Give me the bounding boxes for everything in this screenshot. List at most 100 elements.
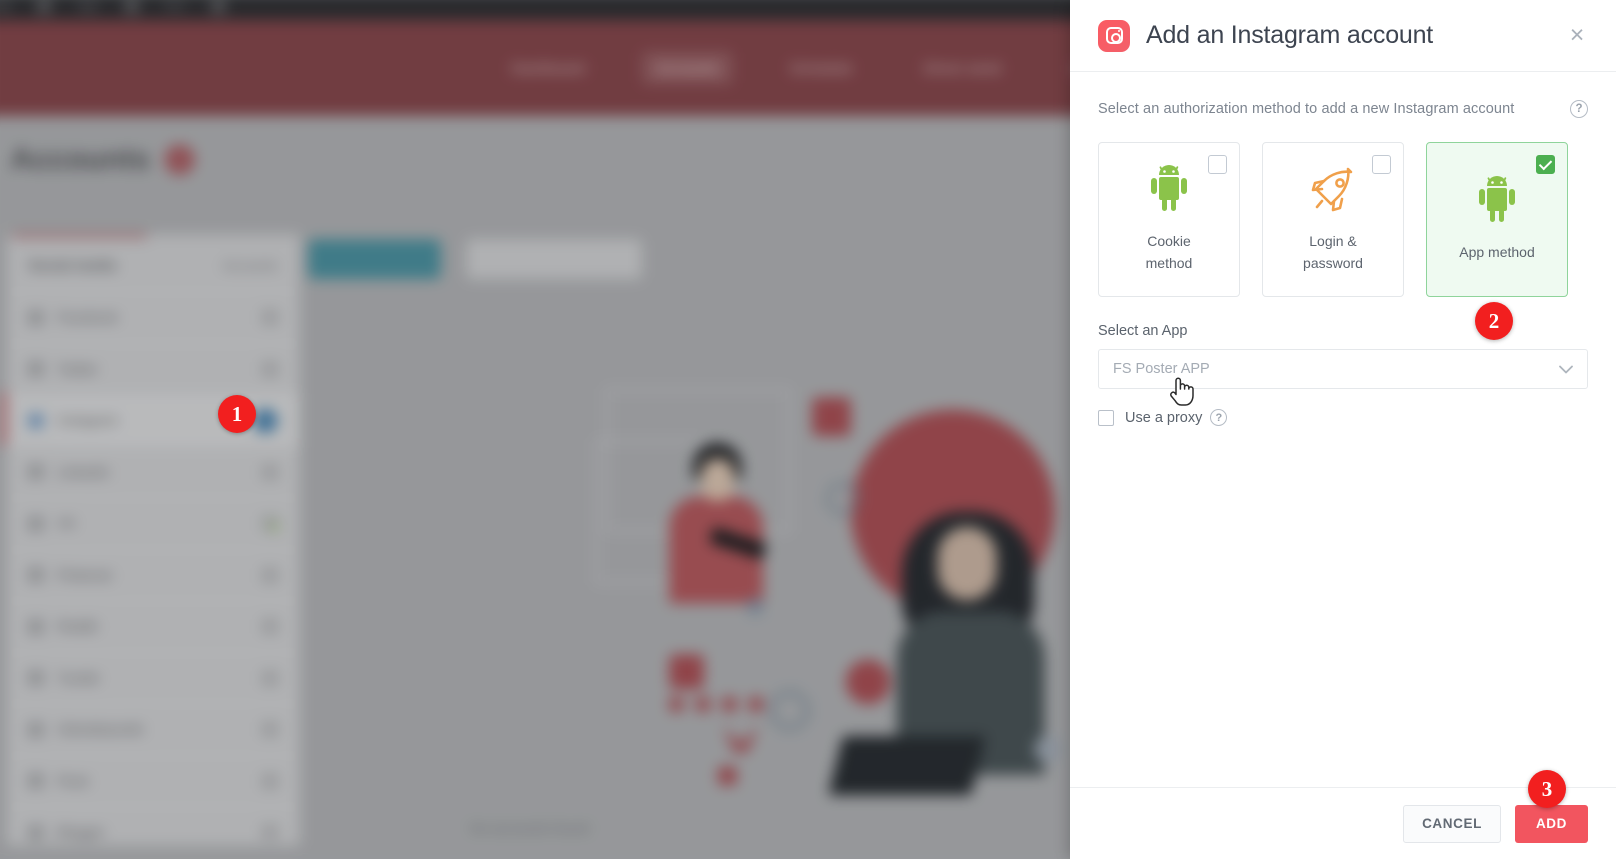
use-proxy-help-icon[interactable]: ? [1210,409,1228,426]
illustration-gear-icon-1 [825,481,861,516]
nav-item-direct-send: Direct send [923,59,1001,77]
select-app-value: FS Poster APP [1113,361,1210,377]
sidebar-item-vk: VK [6,497,301,549]
account-filter-select [466,239,642,280]
select-app-label: Select an App [1098,323,1188,339]
illustration-square-2 [669,654,704,690]
sidebar-item-tumblr: Tumblr [6,651,301,704]
android-icon [1473,170,1521,232]
sidebar-item-pinterest: Pinterest [6,548,301,601]
method-card-app[interactable]: App method [1426,142,1568,297]
method-card-login-password[interactable]: Login & password [1262,142,1404,297]
pinterest-icon [28,567,44,583]
instagram-icon [1098,19,1130,52]
modal-subtitle: Select an authorization method to add a … [1098,101,1515,117]
odnoklassniki-icon [28,722,44,737]
selected-row-accent [0,392,8,442]
sidebar-item-count [262,567,278,583]
reddit-icon [28,619,44,634]
browser-icon-3 [211,0,226,13]
android-icon [1145,159,1193,221]
sidebar-item-facebook: Facebook [6,291,301,343]
modal-title: Add an Instagram account [1146,21,1434,49]
facebook-icon [28,310,44,325]
illustration-laptop [828,736,986,796]
browser-tab-0: Blog [0,0,11,12]
nav-item-dashboard: Dashboard [511,59,585,77]
sidebar-item-label: Odnoklassniki [57,721,144,738]
modal-header: Add an Instagram account × [1070,0,1616,72]
sidebar-item-linkedin: LinkedIn [6,445,301,498]
sidebar-item-plurk: Plurk [6,754,301,807]
sidebar-header-right: Accounts [223,257,278,273]
method-label-login-password: Login & password [1303,232,1363,271]
add-instagram-account-modal: Add an Instagram account × Select an aut… [1070,0,1616,859]
illustration-circle-small [845,659,891,705]
sidebar-item-count [262,670,278,686]
sidebar-item-instagram: Instagram [6,394,301,446]
subtitle-row: Select an authorization method to add a … [1098,100,1588,118]
browser-icon-1 [36,0,52,13]
help-icon[interactable]: ? [1570,100,1588,118]
modal-body: Select an authorization method to add a … [1070,72,1616,787]
sidebar-accent-bar [12,233,148,239]
illustration-small-square [718,766,737,785]
instagram-icon [28,413,44,428]
twitter-icon [28,361,44,377]
step-badge-3: 3 [1528,770,1566,808]
browser-icon-2 [124,0,139,13]
vk-icon [28,516,44,531]
method-checkbox-app[interactable] [1536,155,1555,174]
illustration-person-right-face [937,526,997,601]
sidebar-item-label: Instagram [57,412,119,429]
sidebar-item-odnoklassniki: Odnoklassniki [6,703,301,755]
sidebar-header: Social media Accounts [6,244,300,285]
sidebar-item-twitter: Twitter [6,342,301,395]
sidebar-item-count [262,773,278,789]
sidebar-item-label: LinkedIn [57,464,110,480]
illustration-bird-icon [723,725,759,753]
sidebar-item-label: Reddit [57,618,98,635]
nav-item-accounts: Accounts [641,51,733,85]
screen-root: Blog App Doc Dashboard Accounts Schedule… [0,0,1616,859]
method-label-app: App method [1459,243,1535,260]
sidebar-item-reddit: Reddit [6,600,301,652]
sidebar-item-count [262,309,278,326]
page-title: Accounts [10,142,195,177]
illustration-gear-icon-2 [769,690,811,731]
chevron-down-icon [1559,362,1573,377]
linkedin-icon [28,464,44,480]
illustration-dot-blue-2 [1034,736,1061,763]
auth-method-cards: Cookie method Login & password App metho… [1098,142,1588,297]
add-account-button [308,239,441,280]
add-button[interactable]: ADD [1514,804,1588,843]
method-label-cookie: Cookie method [1145,232,1193,271]
cancel-button[interactable]: CANCEL [1403,804,1501,843]
browser-tab-1: App [77,0,98,12]
sidebar-item-count [262,464,278,480]
method-checkbox-login-password[interactable] [1372,155,1391,174]
method-checkbox-cookie[interactable] [1208,155,1227,174]
browser-tab-2: Doc [165,0,185,12]
page-title-text: Accounts [10,142,150,177]
step-badge-1: 1 [218,395,256,433]
sidebar-item-label: Tumblr [57,670,100,686]
sidebar-item-label: Facebook [57,309,118,326]
sidebar-header-left: Social media [28,256,117,273]
sidebar-item-count [262,721,278,738]
use-proxy-checkbox[interactable] [1098,409,1114,426]
tumblr-icon [28,670,44,686]
illustration-dot-blue [746,598,764,615]
sidebar-item-count [262,618,278,635]
plurk-icon [28,774,44,789]
sidebar-item-count [262,361,278,377]
close-icon[interactable]: × [1560,19,1594,53]
mouse-cursor-pointer-icon [1168,375,1194,412]
method-card-cookie[interactable]: Cookie method [1098,142,1240,297]
empty-state-illustration [595,359,1075,818]
status-dot [269,521,280,533]
illustration-square-1 [812,397,851,437]
page-title-badge [164,144,195,176]
nav-item-schedule: Schedule [789,59,853,77]
rocket-icon [1307,159,1359,221]
